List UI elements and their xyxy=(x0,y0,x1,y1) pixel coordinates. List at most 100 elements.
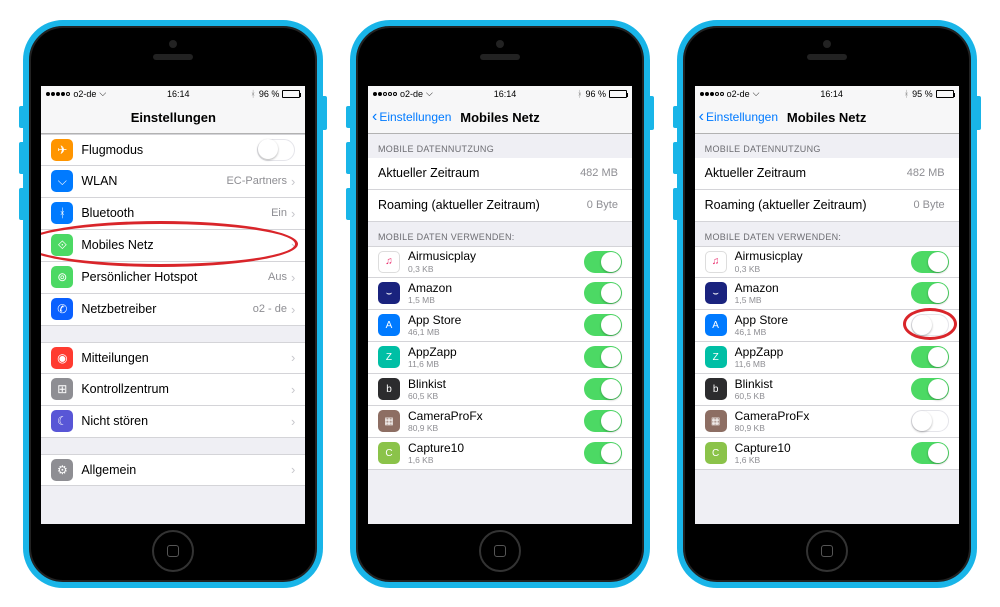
home-button[interactable] xyxy=(152,530,194,572)
row-app-amazon[interactable]: ⌣Amazon1,5 MB xyxy=(368,278,632,310)
wifi-icon: ⌵ xyxy=(426,88,433,99)
status-bar: o2-de ⌵ 16:14 ᚼ 96 % xyxy=(41,86,305,102)
status-bar: o2-de ⌵ 16:14 ᚼ 95 % xyxy=(695,86,959,102)
app-name: App Store xyxy=(735,313,911,327)
app-icon: ▦ xyxy=(378,410,400,432)
row-app-airmusicplay[interactable]: ♫Airmusicplay0,3 KB xyxy=(695,246,959,278)
row-app-blinkist[interactable]: bBlinkist60,5 KB xyxy=(695,374,959,406)
airplane-toggle[interactable] xyxy=(257,139,295,161)
row-bluetooth[interactable]: ᚼ Bluetooth Ein › xyxy=(41,198,305,230)
app-data-toggle[interactable] xyxy=(911,442,949,464)
battery-percent: 96 % xyxy=(259,89,280,99)
app-label-block: Capture101,6 KB xyxy=(408,441,584,466)
signal-dots xyxy=(46,92,70,96)
row-label: Mitteilungen xyxy=(81,351,291,365)
app-label-block: Amazon1,5 MB xyxy=(408,281,584,306)
row-wifi[interactable]: ⌵ WLAN EC-Partners › xyxy=(41,166,305,198)
clock: 16:14 xyxy=(494,89,517,99)
battery-icon xyxy=(609,90,627,98)
app-label-block: Airmusicplay0,3 KB xyxy=(408,249,584,274)
row-app-cameraprofx[interactable]: ▦CameraProFx80,9 KB xyxy=(368,406,632,438)
row-hotspot[interactable]: ⊚ Persönlicher Hotspot Aus › xyxy=(41,262,305,294)
app-label-block: Capture101,6 KB xyxy=(735,441,911,466)
row-app-appzapp[interactable]: ZAppZapp11,6 MB xyxy=(368,342,632,374)
row-label: Netzbetreiber xyxy=(81,302,252,316)
screen-cellular-some-off: o2-de ⌵ 16:14 ᚼ 95 % ‹ Einstellungen Mob… xyxy=(695,86,959,524)
section-header-use-data: MOBILE DATEN VERWENDEN: xyxy=(368,222,632,246)
chevron-left-icon: ‹ xyxy=(372,109,377,125)
app-size: 1,6 KB xyxy=(735,455,911,465)
app-size: 80,9 KB xyxy=(735,423,911,433)
notifications-icon: ◉ xyxy=(51,347,73,369)
back-label: Einstellungen xyxy=(379,110,451,124)
section-header-usage: MOBILE DATENNUTZUNG xyxy=(368,134,632,158)
back-button[interactable]: ‹ Einstellungen xyxy=(699,109,778,125)
row-label: Aktueller Zeitraum xyxy=(378,166,580,180)
battery-icon xyxy=(936,90,954,98)
row-dnd[interactable]: ☾ Nicht stören › xyxy=(41,406,305,438)
app-name: CameraProFx xyxy=(735,409,911,423)
app-data-toggle[interactable] xyxy=(911,282,949,304)
row-control-center[interactable]: ⊞ Kontrollzentrum › xyxy=(41,374,305,406)
wifi-icon: ⌵ xyxy=(99,88,106,99)
row-app-cameraprofx[interactable]: ▦ CameraProFx80,9 KB xyxy=(695,406,959,438)
app-icon: b xyxy=(378,378,400,400)
home-button[interactable] xyxy=(479,530,521,572)
row-cellular[interactable]: ⟐ Mobiles Netz › xyxy=(41,230,305,262)
app-data-toggle[interactable] xyxy=(584,346,622,368)
home-button[interactable] xyxy=(806,530,848,572)
row-label: WLAN xyxy=(81,174,226,188)
row-app-blinkist[interactable]: bBlinkist60,5 KB xyxy=(368,374,632,406)
app-data-toggle[interactable] xyxy=(584,251,622,273)
screen-settings: o2-de ⌵ 16:14 ᚼ 96 % Einstellungen ✈ Flu… xyxy=(41,86,305,524)
row-airplane-mode[interactable]: ✈ Flugmodus xyxy=(41,134,305,166)
row-roaming: Roaming (aktueller Zeitraum) 0 Byte xyxy=(368,190,632,222)
app-name: Capture10 xyxy=(408,441,584,455)
row-app-app-store[interactable]: AApp Store46,1 MB xyxy=(368,310,632,342)
row-app-app-store[interactable]: AApp Store46,1 MB xyxy=(695,310,959,342)
app-data-toggle[interactable] xyxy=(584,410,622,432)
usage-value: 482 MB xyxy=(907,167,945,179)
signal-dots xyxy=(700,92,724,96)
app-data-toggle[interactable] xyxy=(911,314,949,336)
app-icon: Z xyxy=(705,346,727,368)
battery-percent: 96 % xyxy=(585,89,606,99)
wifi-value: EC-Partners xyxy=(226,175,287,187)
row-notifications[interactable]: ◉ Mitteilungen › xyxy=(41,342,305,374)
back-button[interactable]: ‹ Einstellungen xyxy=(372,109,451,125)
row-carrier[interactable]: ✆ Netzbetreiber o2 - de › xyxy=(41,294,305,326)
app-data-toggle[interactable] xyxy=(584,378,622,400)
app-data-toggle[interactable] xyxy=(911,410,949,432)
row-app-capture10[interactable]: C Capture101,6 KB xyxy=(368,438,632,470)
app-icon: C xyxy=(705,442,727,464)
chevron-right-icon: › xyxy=(291,302,295,317)
app-data-toggle[interactable] xyxy=(584,442,622,464)
app-data-toggle[interactable] xyxy=(584,282,622,304)
app-name: CameraProFx xyxy=(408,409,584,423)
app-icon: C xyxy=(378,442,400,464)
app-size: 0,3 KB xyxy=(735,264,911,274)
bluetooth-icon: ᚼ xyxy=(250,89,255,99)
chevron-right-icon: › xyxy=(291,174,295,189)
app-icon: ▦ xyxy=(705,410,727,432)
bluetooth-value: Ein xyxy=(271,207,287,219)
app-label-block: App Store46,1 MB xyxy=(735,313,911,338)
app-data-toggle[interactable] xyxy=(911,346,949,368)
row-general[interactable]: ⚙ Allgemein › xyxy=(41,454,305,486)
app-data-toggle[interactable] xyxy=(584,314,622,336)
app-data-toggle[interactable] xyxy=(911,251,949,273)
row-app-capture10[interactable]: C Capture101,6 KB xyxy=(695,438,959,470)
app-size: 11,6 MB xyxy=(735,359,911,369)
app-size: 1,5 MB xyxy=(735,295,911,305)
gear-icon: ⚙ xyxy=(51,459,73,481)
row-app-amazon[interactable]: ⌣Amazon1,5 MB xyxy=(695,278,959,310)
battery-icon xyxy=(282,90,300,98)
row-label: Roaming (aktueller Zeitraum) xyxy=(705,198,914,212)
cellular-icon: ⟐ xyxy=(51,234,73,256)
row-app-airmusicplay[interactable]: ♫Airmusicplay0,3 KB xyxy=(368,246,632,278)
app-icon: Z xyxy=(378,346,400,368)
app-size: 1,5 MB xyxy=(408,295,584,305)
row-app-appzapp[interactable]: ZAppZapp11,6 MB xyxy=(695,342,959,374)
app-data-toggle[interactable] xyxy=(911,378,949,400)
row-label: Bluetooth xyxy=(81,206,271,220)
